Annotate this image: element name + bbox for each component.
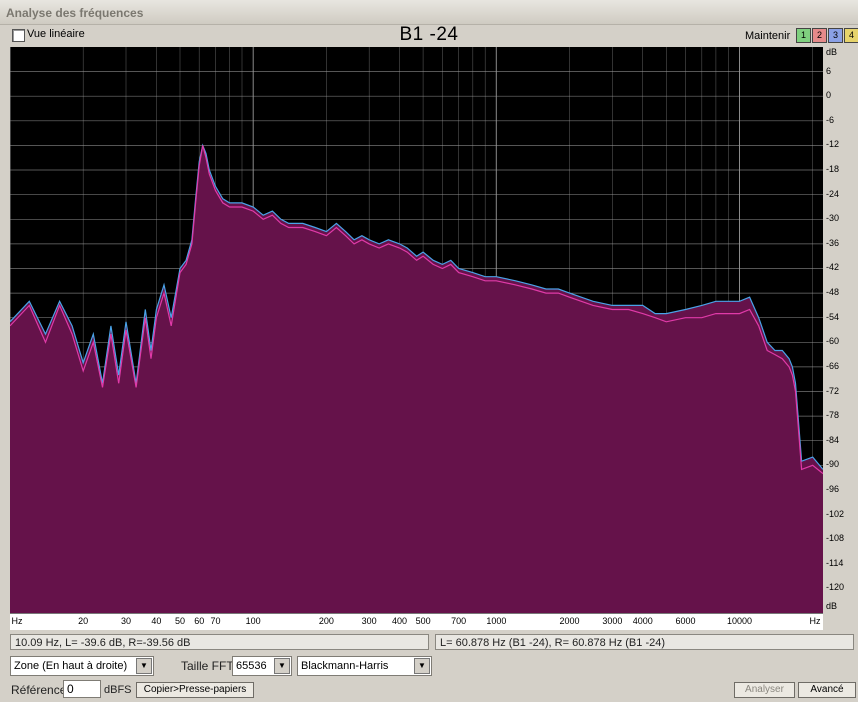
title-bar: Analyse des fréquences <box>0 0 858 25</box>
x-axis-labels: Hz Hz 20 30 40 50 60 70 100 200 300 400 500 700 1000… <box>10 613 823 630</box>
fft-size-label: Taille FFT <box>181 659 234 673</box>
window-title: Analyse des fréquences <box>6 6 144 20</box>
reference-unit: dBFS <box>104 684 132 696</box>
y-unit-top: dB <box>826 47 838 57</box>
x-tick-label: 60 <box>194 616 205 626</box>
window-function-select[interactable]: Blackmann-Harris ▼ <box>297 656 432 676</box>
peak-readout: L= 60.878 Hz (B1 -24), R= 60.878 Hz (B1 … <box>435 634 854 650</box>
chevron-down-icon[interactable]: ▼ <box>414 658 430 674</box>
fft-size-select[interactable]: 65536 ▼ <box>232 656 292 676</box>
x-tick-label: 1000 <box>486 616 507 626</box>
advanced-button[interactable]: Avancé <box>798 682 856 698</box>
cursor-readout: 10.09 Hz, L= -39.6 dB, R=-39.56 dB <box>10 634 429 650</box>
hold-label: Maintenir <box>745 30 791 42</box>
y-tick-label: -72 <box>826 385 840 396</box>
y-tick-label: -6 <box>826 114 835 125</box>
y-tick-label: -18 <box>826 164 840 175</box>
x-tick-label: 30 <box>121 616 132 626</box>
reference-label: Référence <box>11 683 67 697</box>
y-tick-label: -54 <box>826 311 840 322</box>
y-tick-label: -12 <box>826 139 840 150</box>
x-tick-label: 100 <box>245 616 261 626</box>
hold-button-4[interactable]: 4 <box>844 28 858 43</box>
x-tick-label: 400 <box>392 616 408 626</box>
x-tick-label: 10000 <box>726 616 752 626</box>
zone-select-value: Zone (En haut à droite) <box>14 660 128 672</box>
window-function-value: Blackmann-Harris <box>301 660 389 672</box>
spectrum-area <box>10 145 823 613</box>
chevron-down-icon[interactable]: ▼ <box>136 658 152 674</box>
x-unit-left: Hz <box>11 616 23 626</box>
y-tick-label: 0 <box>826 90 832 101</box>
y-tick-label: 6 <box>826 65 832 76</box>
x-tick-label: 300 <box>361 616 377 626</box>
x-tick-label: 50 <box>174 616 185 626</box>
x-tick-label: 4000 <box>632 616 653 626</box>
y-tick-label: -96 <box>826 483 840 494</box>
reference-input[interactable]: 0 <box>63 680 101 698</box>
y-tick-label: -66 <box>826 360 840 371</box>
x-tick-label: 200 <box>318 616 334 626</box>
y-tick-label: -30 <box>826 213 840 224</box>
x-tick-label: 2000 <box>559 616 580 626</box>
y-tick-label: -36 <box>826 237 840 248</box>
analyze-button[interactable]: Analyser <box>734 682 795 698</box>
x-tick-label: 3000 <box>602 616 623 626</box>
y-tick-label: -102 <box>826 508 845 519</box>
x-tick-label: 6000 <box>675 616 696 626</box>
hold-button-3[interactable]: 3 <box>828 28 843 43</box>
hold-button-1[interactable]: 1 <box>796 28 811 43</box>
x-unit-right: Hz <box>809 616 821 626</box>
y-tick-label: -84 <box>826 434 840 445</box>
spectrum-plot[interactable] <box>10 47 823 613</box>
hold-button-2[interactable]: 2 <box>812 28 827 43</box>
x-tick-label: 40 <box>151 616 162 626</box>
y-tick-label: -90 <box>826 459 840 470</box>
spectrum-chart <box>10 47 823 613</box>
x-tick-label: 500 <box>415 616 431 626</box>
copy-clipboard-button[interactable]: Copier>Presse-papiers <box>136 682 254 698</box>
y-tick-label: -24 <box>826 188 840 199</box>
y-tick-label: -42 <box>826 262 840 273</box>
y-axis-labels: dB dB 6 0 -6 -12 -18 -24 -30 -36 -42 -48 -54 -60 -66… <box>823 47 858 613</box>
y-tick-label: -108 <box>826 533 845 544</box>
zone-select[interactable]: Zone (En haut à droite) ▼ <box>10 656 154 676</box>
chevron-down-icon[interactable]: ▼ <box>274 658 290 674</box>
y-unit-bottom: dB <box>826 601 838 611</box>
chart-title: B1 -24 <box>399 24 459 45</box>
x-tick-label: 70 <box>210 616 221 626</box>
y-tick-label: -78 <box>826 410 840 421</box>
fft-size-value: 65536 <box>236 660 267 672</box>
y-tick-label: -120 <box>826 582 845 593</box>
y-tick-label: -48 <box>826 287 840 298</box>
y-tick-label: -114 <box>826 557 844 568</box>
y-tick-label: -60 <box>826 336 840 347</box>
x-tick-label: 20 <box>78 616 89 626</box>
x-tick-label: 700 <box>451 616 467 626</box>
